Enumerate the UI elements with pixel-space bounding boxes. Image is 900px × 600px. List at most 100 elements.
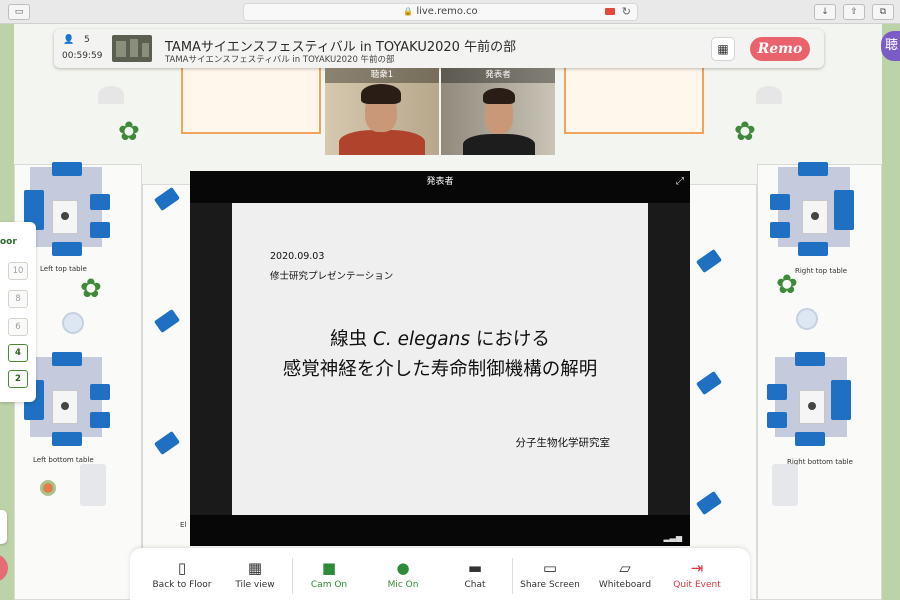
round-table: [62, 312, 84, 334]
tile-name: 発表者: [441, 68, 555, 83]
slide-lab-name: 分子生物化学研究室: [515, 437, 611, 449]
mic-on-button[interactable]: ● Mic On: [374, 558, 432, 598]
chair-icon: [90, 412, 110, 428]
table-marker-icon: [61, 212, 69, 220]
share-icon[interactable]: ⇧: [843, 4, 865, 20]
chair-icon: [52, 162, 82, 176]
share-screen-button[interactable]: ▭ Share Screen: [516, 558, 584, 598]
table-label: Right top table: [795, 267, 848, 275]
event-thumbnail: [112, 35, 152, 62]
person-hair: [361, 84, 401, 104]
url-text: live.remo.co: [416, 6, 478, 17]
dice-table: [772, 464, 798, 506]
table-right-top[interactable]: Right top table: [768, 162, 868, 277]
video-tile-audience-1[interactable]: 聴衆1: [325, 68, 439, 155]
video-tile-presenter[interactable]: 発表者: [441, 68, 555, 155]
grid-icon: ▦: [247, 559, 263, 577]
back-to-floor-button[interactable]: ▯ Back to Floor: [150, 558, 214, 598]
slide-title-line-1: 線虫 C. elegans における: [330, 329, 550, 350]
bottom-toolbar: ▯ Back to Floor ▦ Tile view ■ Cam On ● M…: [130, 548, 750, 600]
round-table: [796, 308, 818, 330]
table-right-bottom[interactable]: Right bottom table: [765, 352, 870, 467]
signal-strength-icon: ▂▃▅: [663, 533, 682, 542]
cam-on-button[interactable]: ■ Cam On: [300, 558, 358, 598]
lamp-icon: [756, 86, 782, 104]
chair-icon: [90, 194, 110, 210]
floor-edge-right: [882, 24, 900, 600]
chair-icon: [52, 352, 82, 366]
download-icon[interactable]: ↓: [814, 4, 836, 20]
toolbar-divider: [512, 558, 513, 594]
tile-name: 聴衆1: [325, 68, 439, 83]
chair-icon: [795, 432, 825, 446]
lock-icon: 🔒: [403, 7, 414, 16]
chair-icon: [90, 222, 110, 238]
microphone-icon: ●: [396, 559, 410, 577]
people-icon: 👤: [63, 35, 75, 45]
slide-kind: 修士研究プレゼンテーション: [270, 271, 394, 282]
plant-icon: ✿: [118, 117, 140, 147]
fullscreen-icon[interactable]: ⤢: [676, 176, 684, 187]
browser-chrome: ▭ 🔒 live.remo.co ↻ ↓ ⇧ ⧉: [0, 0, 900, 24]
chair-icon: [52, 432, 82, 446]
table-marker-icon: [811, 212, 819, 220]
reload-icon[interactable]: ↻: [622, 4, 631, 20]
camera-recording-icon: [605, 8, 615, 15]
chair-icon: [798, 162, 828, 176]
person-body: [463, 134, 535, 155]
address-bar[interactable]: 🔒 live.remo.co ↻: [243, 3, 638, 21]
floor-button-4[interactable]: 4: [8, 344, 28, 362]
chair-icon: [834, 190, 854, 230]
table-marker-icon: [808, 402, 816, 410]
table-label: Left top table: [40, 265, 87, 273]
chair-icon: [767, 412, 787, 428]
chair-icon: [767, 384, 787, 400]
chat-icon: ▬: [467, 559, 483, 577]
event-timer: 00:59:59: [62, 51, 103, 61]
whiteboard-icon: ▱: [619, 559, 631, 577]
side-drawer-tab[interactable]: [0, 510, 7, 544]
event-subtitle: TAMAサイエンスフェスティバル in TOYAKU2020 午前の部: [165, 55, 395, 65]
whiteboard-button[interactable]: ▱ Whiteboard: [594, 558, 656, 598]
event-info-bar: 👤 5 00:59:59 TAMAサイエンスフェスティバル in TOYAKU2…: [54, 29, 824, 68]
plant-icon: ✿: [734, 117, 756, 147]
calendar-icon[interactable]: ▦: [711, 37, 735, 61]
person-body: [339, 130, 425, 155]
table-label: Left bottom table: [33, 456, 94, 464]
avatar[interactable]: 聴: [881, 31, 900, 61]
sidebar-toggle-icon[interactable]: ▭: [8, 4, 30, 20]
lamp-icon: [98, 86, 124, 104]
floor-selector-header: oor: [0, 237, 17, 247]
plant-icon: ✿: [80, 274, 102, 304]
floor-selector: oor 10 8 6 4 2: [0, 222, 36, 402]
screen-share-icon: ▭: [542, 559, 558, 577]
floor-button-10[interactable]: 10: [8, 262, 28, 280]
tabs-icon[interactable]: ⧉: [872, 4, 894, 20]
presenter-panel: 発表者 ⤢ 2020.09.03 修士研究プレゼンテーション 線虫 C. ele…: [190, 171, 690, 546]
slide-title-line-2: 感覚神経を介した寿命制御機構の解明: [282, 359, 598, 380]
tile-view-button[interactable]: ▦ Tile view: [226, 558, 284, 598]
chair-icon: [770, 194, 790, 210]
chair-icon: [798, 242, 828, 256]
floor-button-8[interactable]: 8: [8, 290, 28, 308]
quit-event-button[interactable]: ⇥ Quit Event: [666, 558, 728, 598]
table-left-bottom[interactable]: Left bottom table: [22, 352, 117, 467]
table-label: El: [180, 521, 187, 529]
chat-button[interactable]: ▬ Chat: [446, 558, 504, 598]
shared-screen: 2020.09.03 修士研究プレゼンテーション 線虫 C. elegans に…: [190, 203, 690, 515]
decor-object: [40, 480, 56, 496]
person-hair: [483, 88, 515, 104]
floor-button-2[interactable]: 2: [8, 370, 28, 388]
attendee-count: 5: [84, 35, 90, 45]
floor-button-6[interactable]: 6: [8, 318, 28, 336]
presentation-slide: 2020.09.03 修士研究プレゼンテーション 線虫 C. elegans に…: [232, 203, 648, 515]
presenter-header: 発表者: [426, 177, 454, 187]
dice-table: [80, 464, 106, 506]
chair-icon: [770, 222, 790, 238]
chair-icon: [52, 242, 82, 256]
map-icon: ▯: [177, 559, 187, 577]
chair-icon: [90, 384, 110, 400]
table-marker-icon: [61, 402, 69, 410]
camera-icon: ■: [321, 559, 337, 577]
chair-icon: [831, 380, 851, 420]
